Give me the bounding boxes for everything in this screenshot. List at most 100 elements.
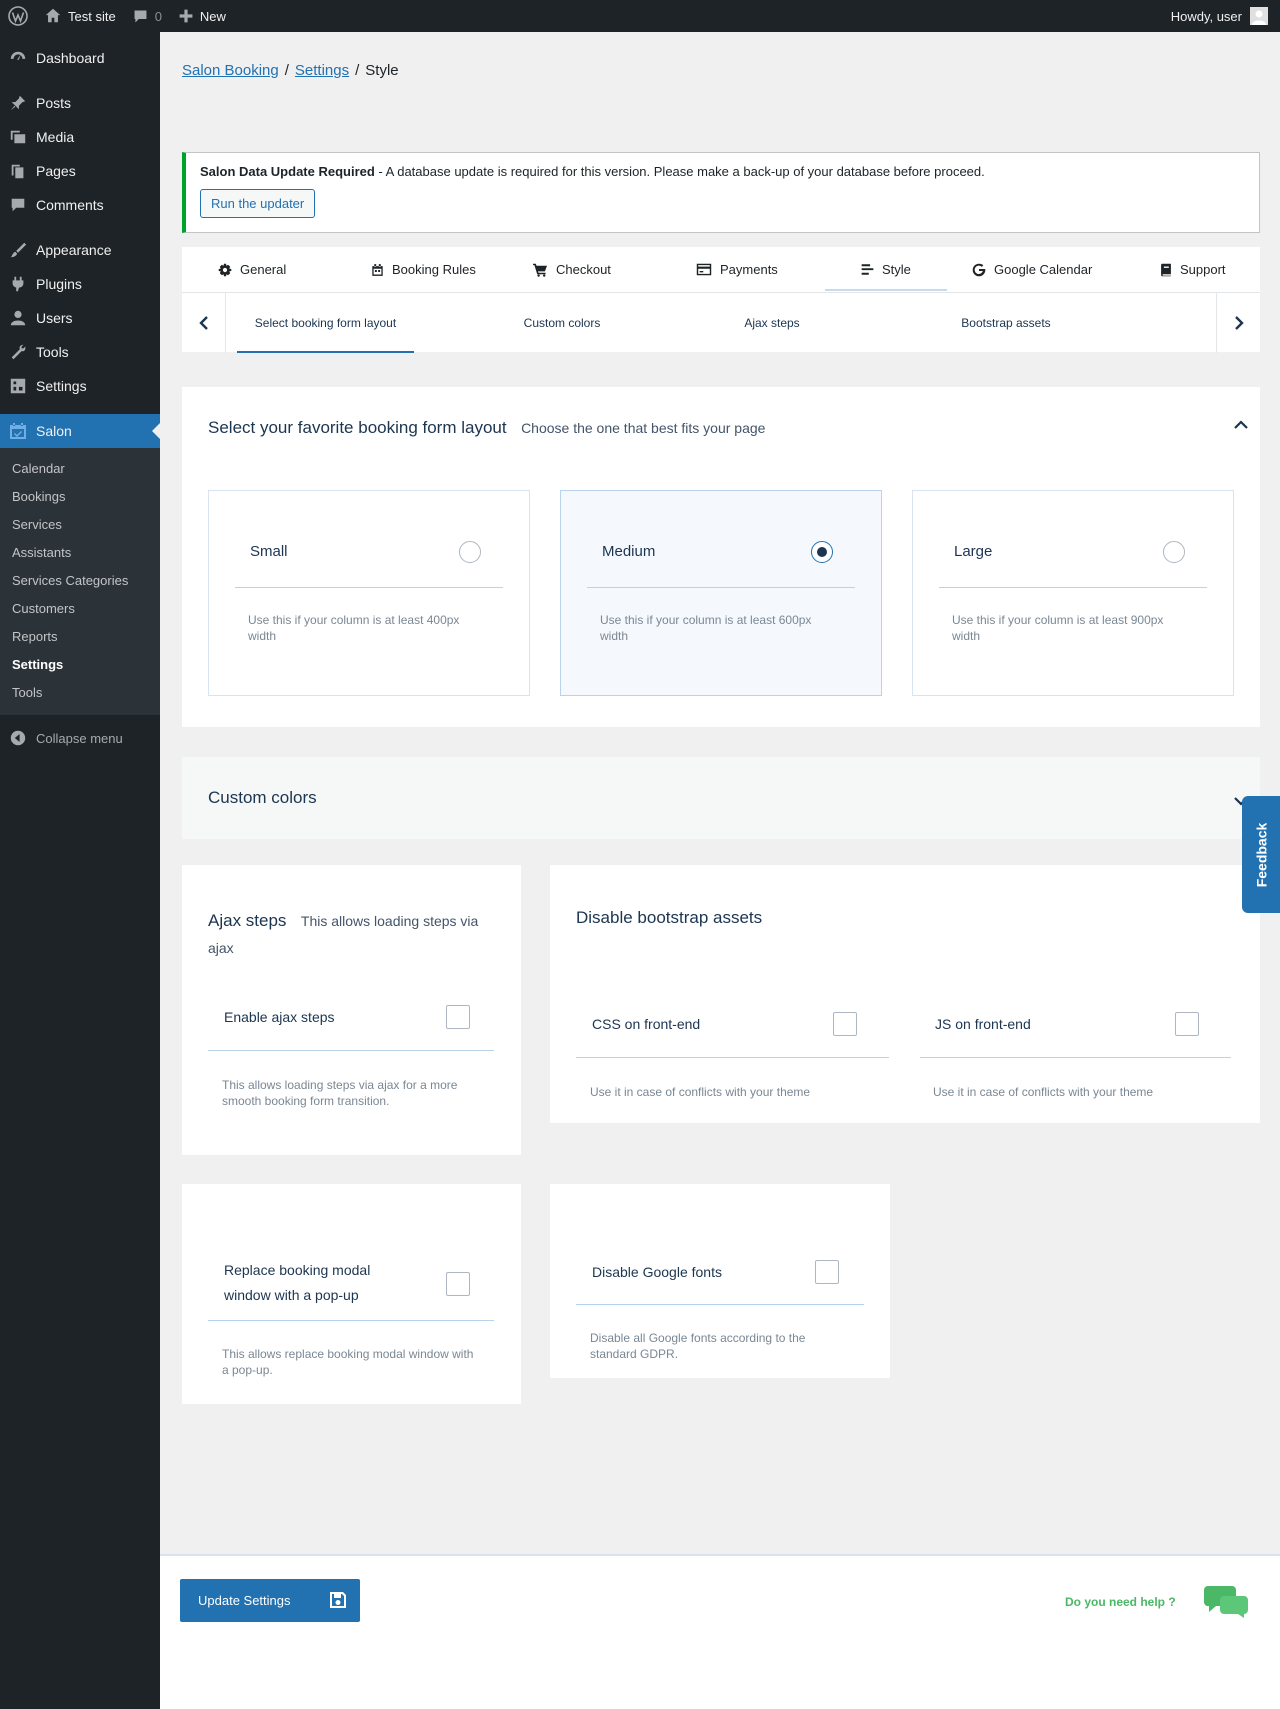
layout-option-medium[interactable]: Medium Use this if your column is at lea…: [560, 490, 882, 696]
tab-google-calendar[interactable]: Google Calendar: [958, 247, 1106, 292]
subtab-ajax-steps[interactable]: Ajax steps: [722, 293, 822, 353]
submenu-tools[interactable]: Tools: [0, 679, 160, 707]
layout-radio-small[interactable]: [459, 541, 481, 563]
comment-icon: [8, 195, 28, 215]
chevron-left-icon: [198, 316, 208, 330]
subtab-custom-colors[interactable]: Custom colors: [502, 293, 622, 353]
enable-ajax-steps-checkbox[interactable]: [446, 1005, 470, 1029]
calendar-icon: [8, 421, 28, 441]
menu-users[interactable]: Users: [0, 301, 160, 335]
scroll-left-button[interactable]: [182, 293, 226, 353]
tab-support[interactable]: Support: [1146, 247, 1240, 292]
breadcrumb-separator: /: [284, 62, 289, 79]
wrench-icon: [8, 342, 28, 362]
my-account[interactable]: Howdy, user: [1171, 7, 1280, 25]
divider: [576, 1057, 889, 1058]
tab-booking-rules[interactable]: Booking Rules: [357, 247, 490, 292]
menu-settings[interactable]: Settings: [0, 369, 160, 403]
menu-label: Comments: [36, 197, 104, 213]
google-fonts-description: Disable all Google fonts according to th…: [590, 1331, 806, 1361]
submenu-settings[interactable]: Settings: [0, 651, 160, 679]
run-updater-button[interactable]: Run the updater: [200, 189, 316, 218]
site-name-link[interactable]: Test site: [36, 0, 124, 32]
disable-google-fonts-label: Disable Google fonts: [592, 1264, 722, 1280]
calendar-icon: [372, 263, 383, 276]
menu-label: Posts: [36, 95, 72, 111]
layout-radio-large[interactable]: [1163, 541, 1185, 563]
google-fonts-section: Disable Google fonts Disable all Google …: [550, 1184, 890, 1378]
collapse-label: Collapse menu: [36, 730, 123, 746]
menu-salon[interactable]: Salon: [0, 414, 160, 448]
submenu-calendar[interactable]: Calendar: [0, 455, 160, 483]
breadcrumb-salon-booking[interactable]: Salon Booking: [182, 62, 279, 79]
submenu-bookings[interactable]: Bookings: [0, 483, 160, 511]
js-front-end-checkbox[interactable]: [1175, 1012, 1199, 1036]
submenu-assistants[interactable]: Assistants: [0, 539, 160, 567]
css-front-end-checkbox[interactable]: [833, 1012, 857, 1036]
menu-label: Pages: [36, 163, 76, 179]
submenu-services-categories[interactable]: Services Categories: [0, 567, 160, 595]
chat-bubbles-icon[interactable]: [1203, 1584, 1248, 1623]
feedback-tab[interactable]: Feedback: [1242, 796, 1280, 913]
menu-posts[interactable]: Posts: [0, 86, 160, 120]
help-link[interactable]: Do you need help ?: [1065, 1595, 1176, 1609]
update-settings-button[interactable]: Update Settings: [180, 1579, 360, 1622]
plugin-icon: [8, 274, 28, 294]
menu-dashboard[interactable]: Dashboard: [0, 41, 160, 75]
subtab-bootstrap-assets[interactable]: Bootstrap assets: [942, 293, 1070, 353]
custom-colors-section[interactable]: Custom colors: [182, 757, 1260, 839]
layout-option-small[interactable]: Small Use this if your column is at leas…: [208, 490, 530, 696]
submenu-reports[interactable]: Reports: [0, 623, 160, 651]
layout-section: Select your favorite booking form layout…: [182, 387, 1260, 727]
layout-option-description: Use this if your column is at least 600p…: [600, 613, 812, 643]
replace-modal-description: This allows replace booking modal window…: [222, 1347, 474, 1377]
divider: [939, 587, 1207, 588]
submenu-customers[interactable]: Customers: [0, 595, 160, 623]
menu-comments[interactable]: Comments: [0, 188, 160, 222]
new-content-link[interactable]: New: [170, 0, 234, 32]
tab-style[interactable]: Style: [825, 247, 947, 292]
tab-payments[interactable]: Payments: [682, 247, 792, 292]
layout-option-large[interactable]: Large Use this if your column is at leas…: [912, 490, 1234, 696]
brush-icon: [8, 240, 28, 260]
replace-modal-section: Replace booking modal window with a pop-…: [182, 1184, 521, 1404]
custom-colors-title: Custom colors: [208, 788, 317, 807]
tab-label: Checkout: [556, 262, 611, 277]
tab-general[interactable]: General: [204, 247, 300, 292]
disable-google-fonts-checkbox[interactable]: [815, 1260, 839, 1284]
menu-pages[interactable]: Pages: [0, 154, 160, 188]
breadcrumb: Salon Booking / Settings / Style: [182, 62, 399, 79]
admin-sidebar: Dashboard Posts Media Pages Comments App…: [0, 32, 160, 1709]
bootstrap-assets-section: Disable bootstrap assets CSS on front-en…: [550, 865, 1260, 1123]
menu-label: Dashboard: [36, 50, 105, 66]
replace-modal-label: Replace booking modal window with a pop-…: [224, 1262, 371, 1303]
replace-modal-checkbox[interactable]: [446, 1272, 470, 1296]
collapse-section-button[interactable]: [1234, 417, 1248, 435]
settings-icon: [8, 376, 28, 396]
layout-radio-medium[interactable]: [811, 541, 833, 563]
settings-footer: Update Settings Do you need help ?: [160, 1554, 1280, 1709]
menu-label: Salon: [36, 423, 72, 439]
scroll-right-button[interactable]: [1216, 293, 1260, 353]
collapse-menu-button[interactable]: Collapse menu: [0, 721, 160, 755]
menu-media[interactable]: Media: [0, 120, 160, 154]
wordpress-logo-icon[interactable]: [0, 0, 36, 32]
collapse-icon: [10, 730, 26, 746]
tab-label: Support: [1180, 262, 1226, 277]
submenu-services[interactable]: Services: [0, 511, 160, 539]
save-icon: [330, 1592, 346, 1608]
menu-appearance[interactable]: Appearance: [0, 233, 160, 267]
tab-label: Google Calendar: [994, 262, 1093, 277]
google-icon: [972, 263, 986, 276]
layout-option-description: Use this if your column is at least 400p…: [248, 613, 460, 643]
divider: [208, 1050, 494, 1051]
pages-icon: [8, 161, 28, 181]
tab-checkout[interactable]: Checkout: [518, 247, 625, 292]
comments-link[interactable]: 0: [124, 0, 170, 32]
admin-bar: Test site 0 New Howdy, user: [0, 0, 1280, 32]
menu-plugins[interactable]: Plugins: [0, 267, 160, 301]
layout-option-description: Use this if your column is at least 900p…: [952, 613, 1164, 643]
menu-tools[interactable]: Tools: [0, 335, 160, 369]
breadcrumb-settings[interactable]: Settings: [295, 62, 349, 79]
subtab-select-booking-form-layout[interactable]: Select booking form layout: [237, 293, 414, 353]
